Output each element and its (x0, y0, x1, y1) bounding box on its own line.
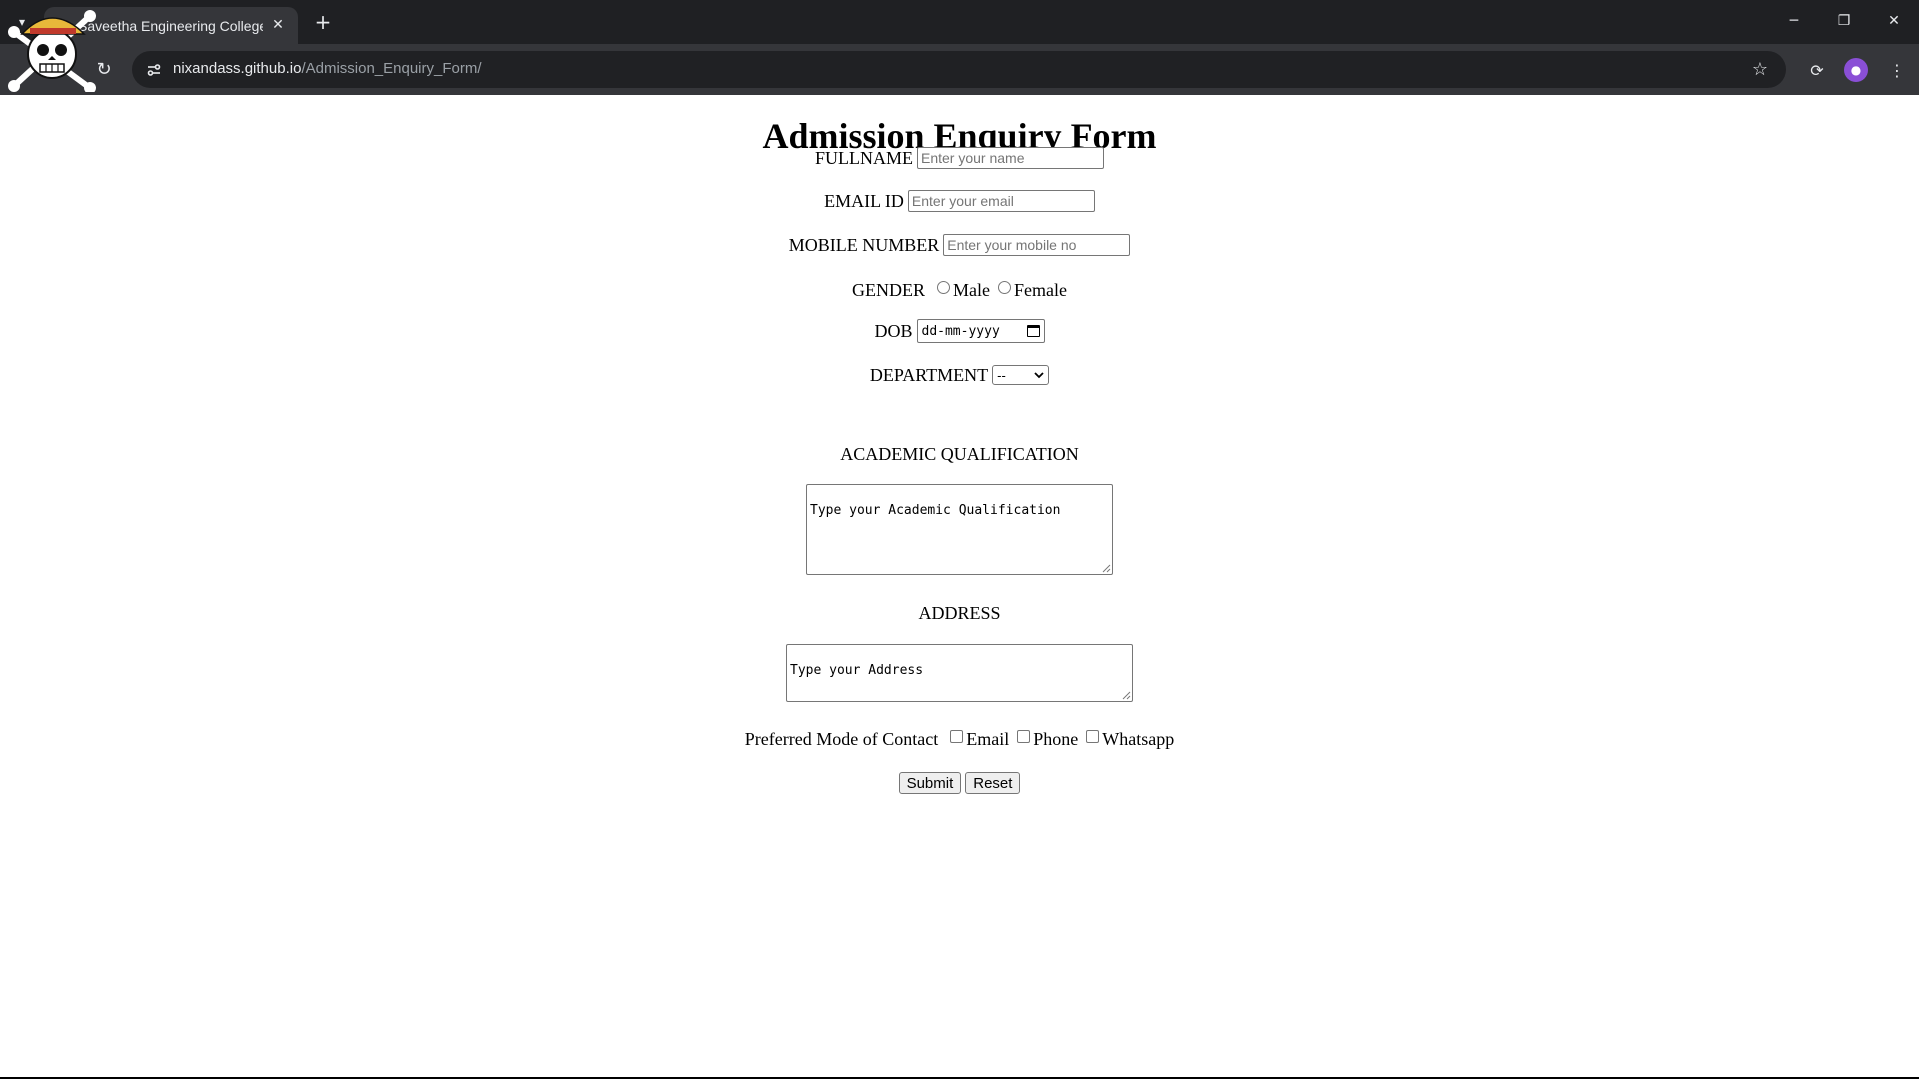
pirate-logo-icon (4, 4, 100, 94)
academic-textarea[interactable]: Type your Academic Qualification (806, 484, 1113, 575)
address-row: Type your Address (0, 644, 1919, 702)
contact-email-checkbox[interactable] (950, 729, 964, 743)
department-selected: -- (997, 367, 1006, 383)
email-label: EMAIL ID (824, 190, 904, 211)
dob-value: dd-mm-yyyy (921, 323, 1000, 339)
contact-phone-label: Phone (1033, 728, 1079, 749)
fullname-input[interactable] (917, 147, 1104, 169)
site-info-icon[interactable] (142, 58, 166, 82)
url-host: nixandass.github.io (173, 60, 302, 77)
email-input[interactable] (907, 190, 1095, 212)
address-label-row: ADDRESS (0, 600, 1919, 626)
department-select[interactable]: -- (992, 365, 1050, 385)
contact-email-label: Email (966, 728, 1010, 749)
department-label: DEPARTMENT (869, 364, 989, 385)
email-row: EMAIL ID (0, 190, 1919, 212)
bookmark-star-icon[interactable]: ☆ (1748, 57, 1772, 81)
mobile-row: MOBILE NUMBER (0, 234, 1919, 256)
page-content: Admission Enquiry Form FULLNAME EMAIL ID… (0, 95, 1919, 1079)
gender-female-radio[interactable] (998, 280, 1011, 294)
restore-icon[interactable]: ❐ (1821, 4, 1867, 38)
contact-label: Preferred Mode of Contact (744, 728, 939, 749)
resize-grip-icon[interactable] (1102, 564, 1111, 573)
menu-icon[interactable]: ⋮ (1884, 57, 1910, 83)
button-row: Submit Reset (0, 771, 1919, 795)
submit-button[interactable]: Submit (898, 772, 962, 794)
fullname-row: FULLNAME (0, 147, 1919, 169)
contact-whatsapp-checkbox[interactable] (1086, 729, 1100, 743)
chevron-down-icon (1034, 371, 1044, 378)
address-bar[interactable]: nixandass.github.io/Admission_Enquiry_Fo… (132, 51, 1786, 88)
calendar-icon[interactable] (1026, 325, 1040, 337)
tab-title: Saveetha Engineering College - (78, 17, 263, 34)
contact-row: Preferred Mode of Contact Email Phone Wh… (0, 726, 1919, 752)
gender-row: GENDER Male Female (0, 277, 1919, 303)
dob-label: DOB (874, 320, 913, 341)
window-close-icon[interactable]: ✕ (1871, 4, 1917, 38)
profile-icon[interactable]: ● (1844, 58, 1868, 82)
url-text: nixandass.github.io/Admission_Enquiry_Fo… (173, 60, 482, 77)
dob-date-input[interactable]: dd-mm-yyyy (916, 319, 1045, 343)
reset-button[interactable]: Reset (965, 772, 1021, 794)
resize-grip-icon[interactable] (1122, 691, 1131, 700)
close-icon[interactable]: ✕ (268, 15, 288, 35)
contact-whatsapp-label: Whatsapp (1102, 728, 1175, 749)
gender-male-label: Male (953, 279, 990, 300)
department-row: DEPARTMENT -- (0, 362, 1919, 388)
extensions-icon[interactable]: ⟳ (1804, 57, 1830, 83)
gender-male-radio[interactable] (937, 280, 951, 294)
address-label: ADDRESS (918, 602, 1001, 623)
fullname-label: FULLNAME (815, 147, 913, 168)
address-text: Type your Address (790, 663, 924, 678)
contact-phone-checkbox[interactable] (1017, 729, 1031, 743)
mobile-input[interactable] (943, 234, 1131, 256)
new-tab-button[interactable]: + (310, 9, 336, 35)
browser-tab-bar: ▾ Saveetha Engineering College - ✕ + ─ ❐… (0, 0, 1919, 44)
academic-row: Type your Academic Qualification (0, 484, 1919, 575)
dob-row: DOB dd-mm-yyyy (0, 318, 1919, 344)
academic-label-row: ACADEMIC QUALIFICATION (0, 441, 1919, 467)
address-textarea[interactable]: Type your Address (786, 644, 1133, 702)
mobile-label: MOBILE NUMBER (788, 234, 940, 255)
gender-label: GENDER (852, 279, 926, 300)
gender-female-label: Female (1014, 279, 1067, 300)
academic-label: ACADEMIC QUALIFICATION (840, 443, 1079, 464)
browser-toolbar: ↻ nixandass.github.io/Admission_Enquiry_… (0, 44, 1919, 95)
minimize-icon[interactable]: ─ (1771, 4, 1817, 38)
url-path: /Admission_Enquiry_Form/ (301, 60, 482, 77)
academic-text: Type your Academic Qualification (810, 503, 1061, 518)
